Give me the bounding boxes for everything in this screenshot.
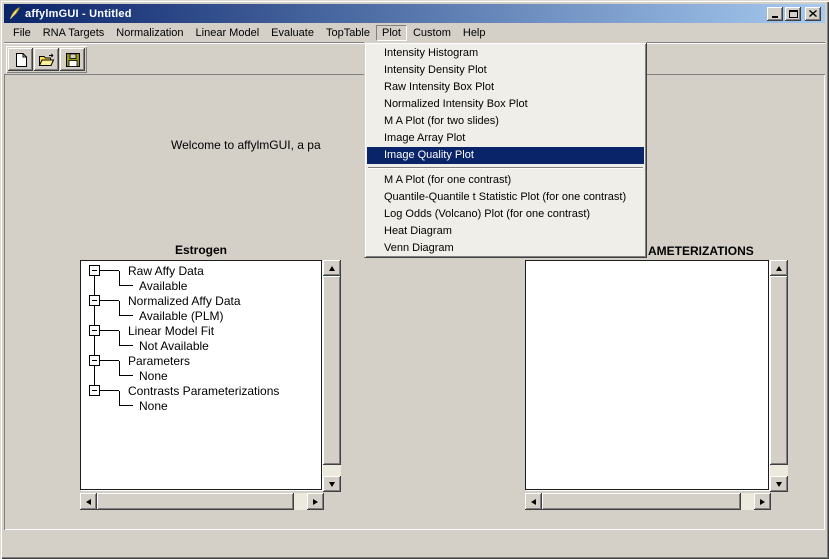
tree-item-status[interactable]: Available (PLM) [139,309,223,323]
scroll-up-button[interactable] [323,260,341,276]
menu-custom[interactable]: Custom [407,25,457,41]
menu-item-normalized-intensity-box-plot[interactable]: Normalized Intensity Box Plot [367,96,644,113]
menu-toptable[interactable]: TopTable [320,25,376,41]
tree-node-raw-affy-data: Raw Affy Data Available [81,263,321,293]
tree-item-label[interactable]: Raw Affy Data [128,264,204,278]
tree-item-label[interactable]: Contrasts Parameterizations [128,384,279,398]
scroll-thumb[interactable] [97,493,294,510]
maximize-icon [789,10,798,18]
status-tree: Raw Affy Data Available Normalized Affy … [81,261,321,489]
scroll-track[interactable] [97,493,307,510]
tree-item-status[interactable]: None [139,399,168,413]
scroll-thumb[interactable] [770,276,788,465]
right-horizontal-scrollbar[interactable] [525,493,771,510]
menu-item-intensity-density-plot[interactable]: Intensity Density Plot [367,62,644,79]
scroll-track[interactable] [770,276,788,476]
title-bar: affylmGUI - Untitled [4,4,825,23]
arrow-left-icon [86,499,91,505]
app-window: affylmGUI - Untitled File RNA Targets No… [0,0,829,559]
scroll-right-button[interactable] [307,493,324,510]
left-horizontal-scrollbar[interactable] [80,493,324,510]
arrow-right-icon [760,499,765,505]
open-file-button[interactable] [34,48,59,71]
tree-expander-icon[interactable] [89,385,100,396]
scroll-left-button[interactable] [525,493,542,510]
scroll-right-button[interactable] [754,493,771,510]
tree-item-label[interactable]: Normalized Affy Data [128,294,241,308]
tree-expander-icon[interactable] [89,265,100,276]
menu-item-ma-plot-one-contrast[interactable]: M A Plot (for one contrast) [367,172,644,189]
welcome-text: Welcome to affylmGUI, a pa [171,138,321,152]
maximize-button[interactable] [785,7,801,21]
menu-item-ma-plot-two-slides[interactable]: M A Plot (for two slides) [367,113,644,130]
minimize-icon [772,16,778,18]
window-title: affylmGUI - Untitled [25,8,132,20]
scroll-down-button[interactable] [323,476,341,492]
menu-item-log-odds-volcano-plot[interactable]: Log Odds (Volcano) Plot (for one contras… [367,206,644,223]
menu-bar: File RNA Targets Normalization Linear Mo… [4,23,825,42]
arrow-left-icon [531,499,536,505]
arrow-down-icon [329,482,335,487]
left-vertical-scrollbar[interactable] [323,260,341,492]
menu-normalization[interactable]: Normalization [110,25,189,41]
status-tree-listbox[interactable]: Raw Affy Data Available Normalized Affy … [80,260,322,490]
tree-expander-icon[interactable] [89,355,100,366]
menu-file[interactable]: File [7,25,37,41]
right-panel-title-visible: AMETERIZATIONS [648,244,754,258]
scroll-thumb[interactable] [542,493,741,510]
menu-evaluate[interactable]: Evaluate [265,25,320,41]
scroll-track[interactable] [542,493,754,510]
tree-node-parameters: Parameters None [81,353,321,383]
menu-plot[interactable]: Plot [376,25,407,41]
scroll-up-button[interactable] [770,260,788,276]
toolbar-button-group [6,46,87,73]
menu-item-raw-intensity-box-plot[interactable]: Raw Intensity Box Plot [367,79,644,96]
new-file-icon [13,52,29,68]
tree-item-status[interactable]: None [139,369,168,383]
menu-rna-targets[interactable]: RNA Targets [37,25,111,41]
scroll-left-button[interactable] [80,493,97,510]
menu-item-image-array-plot[interactable]: Image Array Plot [367,130,644,147]
menu-item-heat-diagram[interactable]: Heat Diagram [367,223,644,240]
scroll-track[interactable] [323,276,341,476]
tk-feather-icon[interactable] [7,6,22,21]
right-vertical-scrollbar[interactable] [770,260,788,492]
minimize-button[interactable] [767,7,783,21]
menu-help[interactable]: Help [457,25,492,41]
close-icon [809,10,817,17]
save-floppy-icon [65,52,81,68]
menu-item-venn-diagram[interactable]: Venn Diagram [367,240,644,257]
scroll-down-button[interactable] [770,476,788,492]
arrow-up-icon [776,266,782,271]
menu-separator [368,167,643,169]
arrow-up-icon [329,266,335,271]
save-file-button[interactable] [60,48,85,71]
menu-linear-model[interactable]: Linear Model [190,25,266,41]
tree-node-normalized-affy-data: Normalized Affy Data Available (PLM) [81,293,321,323]
tree-item-label[interactable]: Linear Model Fit [128,324,214,338]
menu-item-intensity-histogram[interactable]: Intensity Histogram [367,45,644,62]
tree-expander-icon[interactable] [89,295,100,306]
tree-item-status[interactable]: Not Available [139,339,209,353]
tree-node-contrasts-parameterizations: Contrasts Parameterizations None [81,383,321,413]
contrasts-listbox[interactable] [525,260,769,490]
left-panel-title: Estrogen [80,243,322,257]
open-folder-icon [38,52,55,68]
close-button[interactable] [805,7,821,21]
scroll-thumb[interactable] [323,276,341,465]
plot-dropdown-menu: Intensity Histogram Intensity Density Pl… [364,42,647,258]
tree-item-label[interactable]: Parameters [128,354,190,368]
tree-item-status[interactable]: Available [139,279,187,293]
menu-item-image-quality-plot[interactable]: Image Quality Plot [367,147,644,164]
arrow-down-icon [776,482,782,487]
menu-item-qq-t-statistic-plot[interactable]: Quantile-Quantile t Statistic Plot (for … [367,189,644,206]
arrow-right-icon [313,499,318,505]
new-file-button[interactable] [8,48,33,71]
tree-expander-icon[interactable] [89,325,100,336]
tree-node-linear-model-fit: Linear Model Fit Not Available [81,323,321,353]
